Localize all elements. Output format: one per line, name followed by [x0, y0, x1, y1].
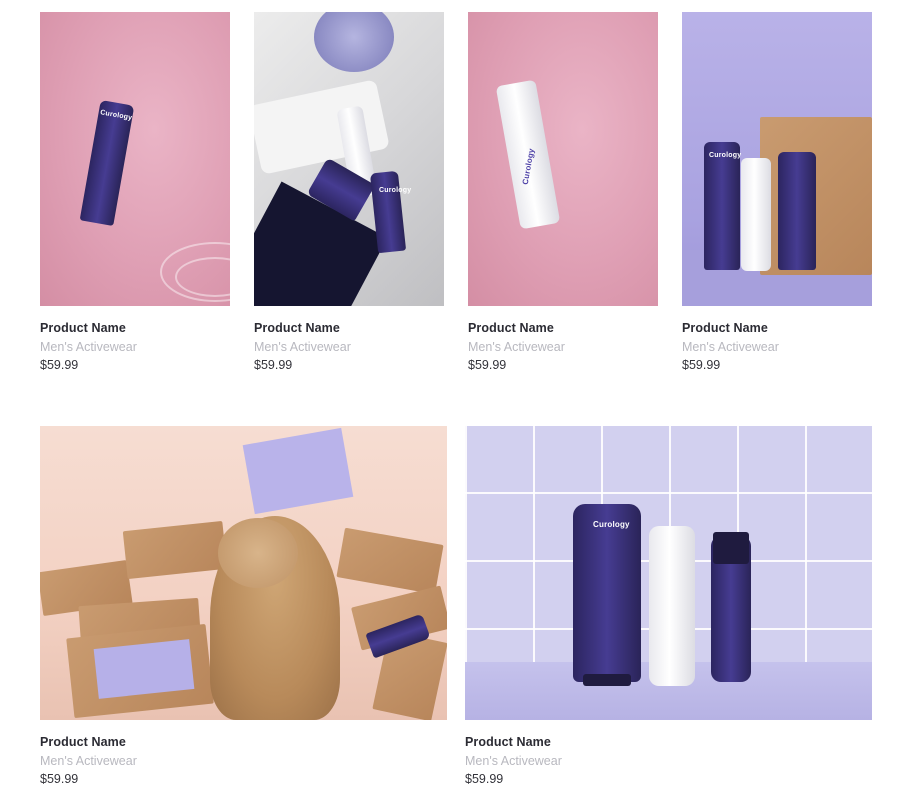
- brand-logo: Curology: [379, 187, 412, 194]
- product-card-2[interactable]: Curology Product Name Men's Activewear $…: [254, 12, 444, 374]
- purple-tube: [573, 504, 641, 682]
- shipping-box: [336, 527, 444, 595]
- product-name: Product Name: [40, 735, 126, 749]
- product-card-3[interactable]: Curology Product Name Men's Activewear $…: [468, 12, 658, 374]
- product-name: Product Name: [40, 321, 126, 335]
- product-category: Men's Activewear: [40, 340, 137, 354]
- product-card-5[interactable]: Product Name Men's Activewear $59.99: [40, 426, 447, 788]
- purple-tube: [704, 142, 740, 270]
- product-category: Men's Activewear: [682, 340, 779, 354]
- product-category: Men's Activewear: [40, 754, 137, 768]
- dog-head: [218, 518, 298, 588]
- product-name: Product Name: [468, 321, 554, 335]
- product-name: Product Name: [465, 735, 551, 749]
- product-card-4[interactable]: Curology Product Name Men's Activewear $…: [682, 12, 872, 374]
- shipping-box: [760, 117, 872, 275]
- open-box-lid: [242, 427, 354, 515]
- product-price: $59.99: [465, 772, 504, 786]
- shipping-box: [122, 520, 228, 580]
- product-price: $59.99: [682, 358, 721, 372]
- brand-logo: Curology: [709, 152, 742, 159]
- product-image-6[interactable]: Curology: [465, 426, 872, 720]
- product-category: Men's Activewear: [254, 340, 351, 354]
- product-price: $59.99: [40, 358, 79, 372]
- product-image-5[interactable]: [40, 426, 447, 720]
- white-bottle: [649, 526, 695, 686]
- product-image-3[interactable]: Curology: [468, 12, 658, 306]
- product-price: $59.99: [254, 358, 293, 372]
- tube-cap: [583, 674, 631, 686]
- product-card-6[interactable]: Curology Product Name Men's Activewear $…: [465, 426, 872, 788]
- product-price: $59.99: [468, 358, 507, 372]
- product-name: Product Name: [682, 321, 768, 335]
- flower-bouquet: [314, 12, 394, 72]
- product-category: Men's Activewear: [465, 754, 562, 768]
- brand-logo: Curology: [593, 520, 630, 529]
- product-card-1[interactable]: Curology Product Name Men's Activewear $…: [40, 12, 230, 374]
- product-image-2[interactable]: Curology: [254, 12, 444, 306]
- product-name: Product Name: [254, 321, 340, 335]
- pump-cap: [713, 532, 749, 564]
- product-price: $59.99: [40, 772, 79, 786]
- white-bottle: [741, 158, 771, 271]
- purple-tube: [778, 152, 816, 270]
- open-box-insert: [93, 639, 195, 699]
- product-category: Men's Activewear: [468, 340, 565, 354]
- product-image-1[interactable]: Curology: [40, 12, 230, 306]
- product-image-4[interactable]: Curology: [682, 12, 872, 306]
